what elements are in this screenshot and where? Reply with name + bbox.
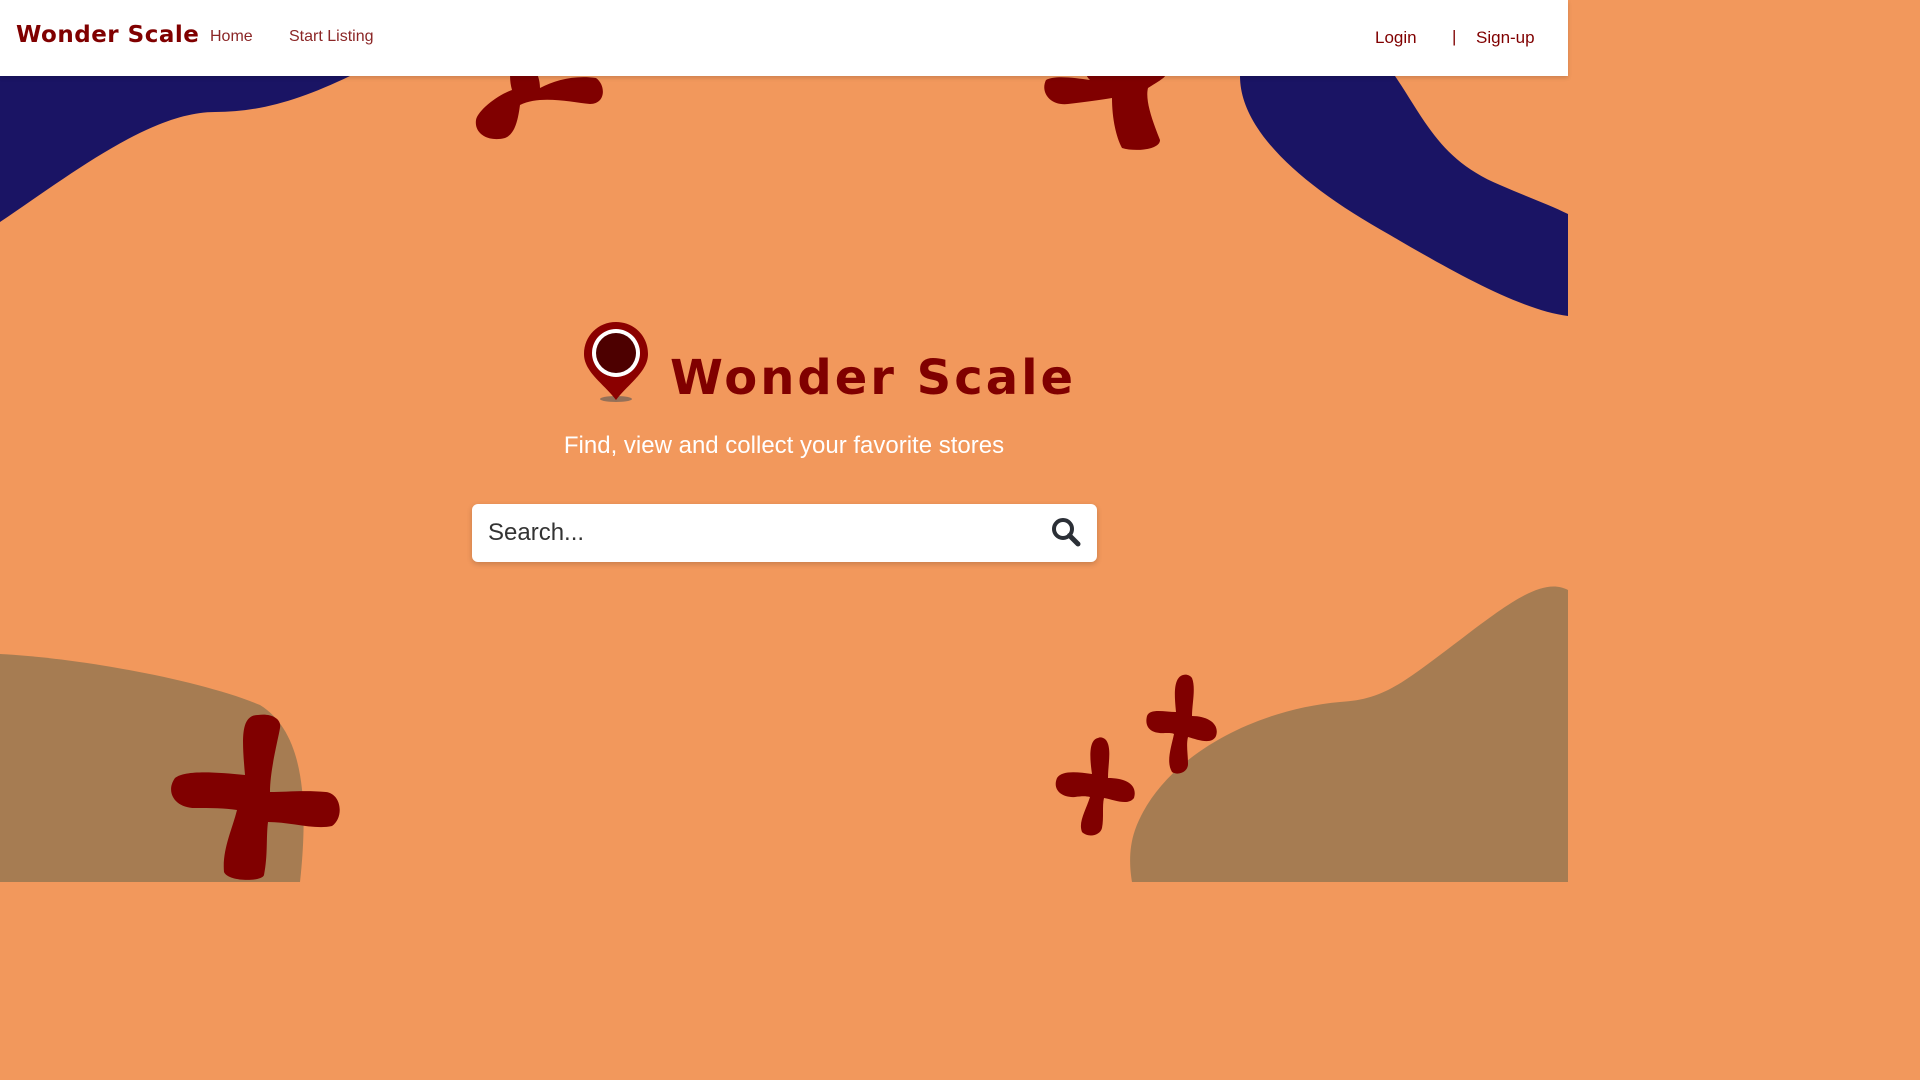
hero-section: Wonder Scale Find, view and collect your… (0, 0, 1568, 882)
search-bar (472, 504, 1097, 562)
nav-separator: | (1452, 27, 1457, 46)
login-link[interactable]: Login (1375, 28, 1417, 48)
location-pin-icon (584, 322, 648, 402)
brand-logo[interactable]: Wonder Scale (16, 22, 199, 48)
search-icon (1052, 518, 1081, 547)
hero-subtitle: Find, view and collect your favorite sto… (563, 432, 1005, 459)
nav-link-start-listing[interactable]: Start Listing (289, 28, 373, 46)
hero-title: Wonder Scale (670, 350, 1077, 406)
search-input[interactable] (488, 512, 1028, 554)
signup-link[interactable]: Sign-up (1476, 28, 1535, 48)
nav-link-home[interactable]: Home (210, 28, 253, 46)
navbar: Wonder Scale Home Start Listing Login | … (0, 0, 1568, 76)
search-button[interactable] (1050, 517, 1082, 549)
